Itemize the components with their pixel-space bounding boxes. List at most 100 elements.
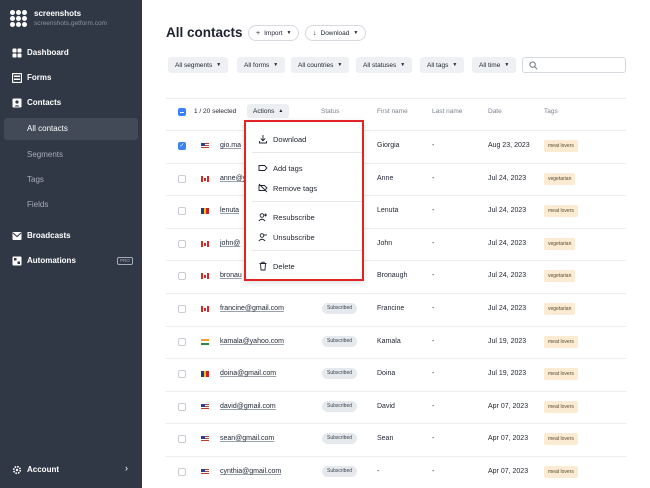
- row-checkbox[interactable]: [178, 240, 186, 248]
- sidebar-item-dashboard[interactable]: Dashboard: [0, 42, 142, 64]
- row-checkbox[interactable]: [178, 338, 186, 346]
- select-all-checkbox[interactable]: [178, 108, 186, 116]
- row-checkbox[interactable]: [178, 468, 186, 476]
- table-row[interactable]: sean@gmail.com Subscribed Sean - Apr 07, 202…: [166, 424, 626, 456]
- row-checkbox[interactable]: [178, 272, 186, 280]
- sidebar-item-label: Tags: [27, 175, 44, 184]
- row-checkbox[interactable]: [178, 207, 186, 215]
- row-divider: [166, 358, 626, 359]
- row-checkbox[interactable]: [178, 370, 186, 378]
- menu-item-delete[interactable]: Delete: [246, 258, 362, 274]
- search-input[interactable]: [522, 57, 626, 73]
- table-row[interactable]: david@gmail.com Subscribed David - Apr 07, 2…: [166, 392, 626, 424]
- filter-tags[interactable]: All tags ▼: [420, 57, 465, 73]
- gear-icon: [12, 465, 22, 475]
- contact-email-link[interactable]: sean@gmail.com: [220, 435, 274, 442]
- contact-email-link[interactable]: lenuta: [220, 207, 239, 214]
- flag-ro-icon: [201, 371, 210, 377]
- row-checkbox[interactable]: [178, 175, 186, 183]
- filter-countries[interactable]: All countries ▼: [291, 57, 350, 73]
- table-row[interactable]: francine@gmail.com Subscribed Francine - Jul…: [166, 294, 626, 326]
- sidebar-item-fields[interactable]: Fields: [0, 194, 142, 216]
- actions-button[interactable]: Actions ▲: [247, 104, 290, 118]
- contact-email-link[interactable]: doina@gmail.com: [220, 370, 276, 377]
- menu-item-resubscribe[interactable]: Resubscribe: [246, 209, 362, 225]
- sidebar-item-all-contacts[interactable]: All contacts: [4, 118, 138, 140]
- row-checkbox[interactable]: ✓: [178, 142, 186, 150]
- brand[interactable]: screenshots screenshots.getform.com: [10, 8, 107, 29]
- chevron-down-icon: ▼: [273, 62, 279, 68]
- sidebar-item-contacts[interactable]: Contacts: [0, 92, 142, 114]
- sidebar-item-tags[interactable]: Tags: [0, 169, 142, 191]
- first-name-cell: Lenuta: [377, 207, 399, 214]
- import-label: Import: [264, 29, 283, 37]
- table-row[interactable]: doina@gmail.com Subscribed Doina - Jul 19, 2…: [166, 359, 626, 391]
- table-row[interactable]: kamala@yahoo.com Subscribed Kamala - Jul 19,…: [166, 327, 626, 359]
- sidebar-item-automations[interactable]: Automations PRO: [0, 250, 142, 272]
- date-cell: Jul 24, 2023: [488, 207, 527, 214]
- flag-us-icon: [201, 143, 209, 149]
- column-header-tags[interactable]: Tags: [544, 108, 558, 115]
- first-name-cell: John: [377, 240, 393, 247]
- download-label: Download: [320, 29, 350, 37]
- filter-statuses[interactable]: All statuses ▼: [356, 57, 413, 73]
- column-header-first-name[interactable]: First name: [377, 108, 408, 115]
- tag-badge: vegetarian: [544, 270, 576, 282]
- table-header: 1 / 20 selected Status First name Last n…: [166, 103, 626, 121]
- download-button[interactable]: ↓ Download ▼: [305, 25, 367, 41]
- column-header-last-name[interactable]: Last name: [432, 108, 462, 115]
- tag-off-icon: [258, 183, 268, 193]
- contacts-icon: [12, 98, 22, 108]
- tag-badge: vegetarian: [544, 238, 576, 250]
- sidebar-item-segments[interactable]: Segments: [0, 144, 142, 166]
- menu-item-add-tags[interactable]: Add tags: [246, 160, 362, 176]
- column-header-status[interactable]: Status: [321, 108, 339, 115]
- automations-icon: [12, 256, 22, 266]
- table-row[interactable]: lenuta Lenuta - Jul 24, 2023 meat lovers: [166, 196, 626, 228]
- menu-item-download[interactable]: Download: [246, 131, 362, 147]
- table-row[interactable]: cynthia@gmail.com Subscribed - - Apr 07, 202…: [166, 457, 626, 488]
- menu-divider: [252, 152, 362, 153]
- table-row[interactable]: anne@y Anne - Jul 24, 2023 vegetarian: [166, 164, 626, 196]
- column-header-date[interactable]: Date: [488, 108, 502, 115]
- sidebar-item-forms[interactable]: Forms: [0, 67, 142, 89]
- filter-time[interactable]: All time ▼: [472, 57, 517, 73]
- flag-us-icon: [201, 436, 209, 442]
- contact-email-link[interactable]: cynthia@gmail.com: [220, 468, 281, 475]
- first-name-cell: Kamala: [377, 338, 401, 345]
- row-divider: [166, 163, 626, 164]
- import-button[interactable]: + Import ▼: [248, 25, 300, 41]
- contact-email-link[interactable]: kamala@yahoo.com: [220, 338, 284, 345]
- row-checkbox[interactable]: [178, 305, 186, 313]
- first-name-cell: Doina: [377, 370, 396, 377]
- flag-ca-icon: [201, 241, 209, 247]
- contact-email-link[interactable]: john@: [220, 240, 240, 247]
- row-divider: [166, 423, 626, 424]
- menu-item-remove-tags[interactable]: Remove tags: [246, 180, 362, 196]
- download-icon: ↓: [313, 29, 317, 37]
- flag-ca-icon: [201, 273, 209, 279]
- menu-item-label: Delete: [273, 262, 295, 271]
- contact-email-link[interactable]: francine@gmail.com: [220, 305, 284, 312]
- table-row[interactable]: bronau Bronaugh - Jul 24, 2023 vegetarian: [166, 261, 626, 293]
- filter-segments[interactable]: All segments ▼: [168, 57, 229, 73]
- contact-email-link[interactable]: gio.ma: [220, 142, 241, 149]
- table-row[interactable]: ✓ gio.ma Giorgia - Aug 23, 2023 meat lovers: [166, 131, 626, 163]
- menu-item-unsubscribe[interactable]: Unsubscribe: [246, 229, 362, 245]
- broadcasts-icon: [12, 232, 22, 240]
- sidebar-item-broadcasts[interactable]: Broadcasts: [0, 225, 142, 247]
- row-checkbox[interactable]: [178, 435, 186, 443]
- row-checkbox[interactable]: [178, 403, 186, 411]
- contact-email-link[interactable]: david@gmail.com: [220, 403, 276, 410]
- table-row[interactable]: john@ John - Jul 24, 2023 vegetarian: [166, 229, 626, 261]
- contact-email-link[interactable]: bronau: [220, 272, 242, 279]
- filter-label: All time: [479, 61, 501, 69]
- sidebar-item-account[interactable]: Account ›: [0, 459, 142, 481]
- filter-forms[interactable]: All forms ▼: [237, 57, 286, 73]
- chevron-right-icon: ›: [125, 463, 128, 473]
- pro-badge: PRO: [117, 257, 133, 265]
- sidebar-item-label: All contacts: [27, 124, 68, 133]
- chevron-down-icon: ▼: [400, 62, 406, 68]
- contact-email-link[interactable]: anne@y: [220, 175, 246, 182]
- row-divider: [166, 228, 626, 229]
